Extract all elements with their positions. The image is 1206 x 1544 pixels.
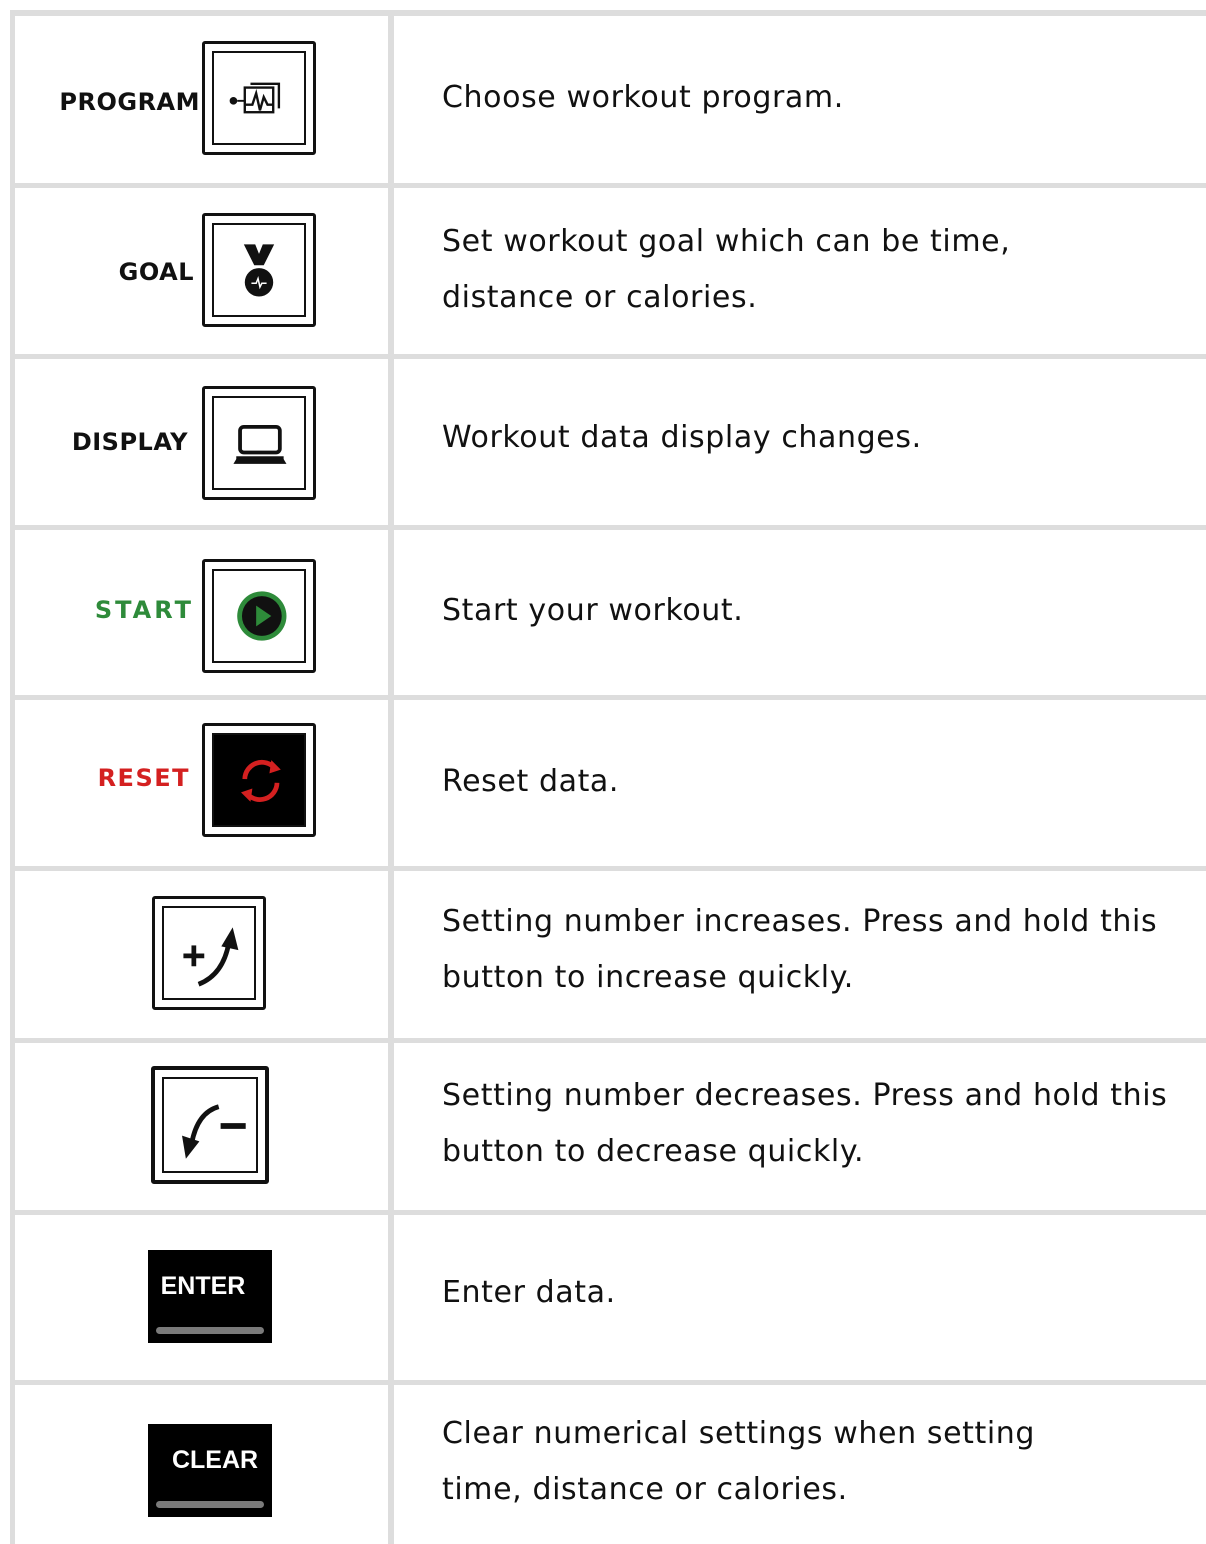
goal-button[interactable] bbox=[202, 213, 316, 327]
goal-description: Set workout goal which can be time, dist… bbox=[442, 224, 1011, 315]
program-label: PROGRAM bbox=[59, 88, 200, 116]
increase-icon bbox=[183, 927, 239, 987]
decrease-icon bbox=[182, 1104, 246, 1159]
program-description: Choose workout program. bbox=[442, 80, 844, 115]
enter-key[interactable]: ENTER bbox=[148, 1250, 272, 1343]
reset-description: Reset data. bbox=[442, 764, 620, 799]
row-divider bbox=[10, 354, 1206, 359]
reset-button[interactable] bbox=[202, 723, 316, 837]
increase-description: Setting number increases. Press and hold… bbox=[442, 904, 1158, 995]
clear-key[interactable]: CLEAR bbox=[148, 1424, 272, 1517]
decrease-description: Setting number decreases. Press and hold… bbox=[442, 1078, 1168, 1169]
program-icon bbox=[229, 82, 281, 114]
enter-key-bar bbox=[156, 1327, 264, 1334]
goal-label: GOAL bbox=[118, 258, 194, 286]
row-divider bbox=[10, 183, 1206, 188]
clear-key-bar bbox=[156, 1501, 264, 1508]
decrease-button[interactable] bbox=[151, 1066, 269, 1184]
start-button[interactable] bbox=[202, 559, 316, 673]
start-label: START bbox=[94, 596, 194, 624]
program-button[interactable] bbox=[202, 41, 316, 155]
row-divider bbox=[10, 525, 1206, 530]
row-divider bbox=[10, 866, 1206, 871]
row-divider bbox=[10, 695, 1206, 700]
start-description: Start your workout. bbox=[442, 593, 744, 628]
laptop-icon bbox=[233, 425, 287, 464]
play-icon bbox=[237, 591, 287, 641]
clear-key-label: CLEAR bbox=[171, 1446, 259, 1474]
row-divider bbox=[10, 1380, 1206, 1385]
button-reference-table: PROGRAM Choose workout program. GOAL Set… bbox=[0, 0, 1206, 1544]
enter-key-label: ENTER bbox=[160, 1272, 246, 1300]
refresh-icon bbox=[241, 759, 281, 802]
reset-label: RESET bbox=[97, 764, 190, 792]
row-divider bbox=[10, 1038, 1206, 1043]
increase-button[interactable] bbox=[152, 896, 266, 1010]
display-label: DISPLAY bbox=[71, 428, 188, 456]
row-divider bbox=[10, 1210, 1206, 1215]
clear-description: Clear numerical settings when setting ti… bbox=[442, 1416, 1036, 1507]
display-button[interactable] bbox=[202, 386, 316, 500]
table-column-divider bbox=[388, 12, 394, 1544]
enter-description: Enter data. bbox=[442, 1275, 616, 1310]
medal-icon bbox=[243, 244, 275, 297]
table-top-border bbox=[10, 10, 1206, 16]
display-description: Workout data display changes. bbox=[442, 420, 922, 455]
